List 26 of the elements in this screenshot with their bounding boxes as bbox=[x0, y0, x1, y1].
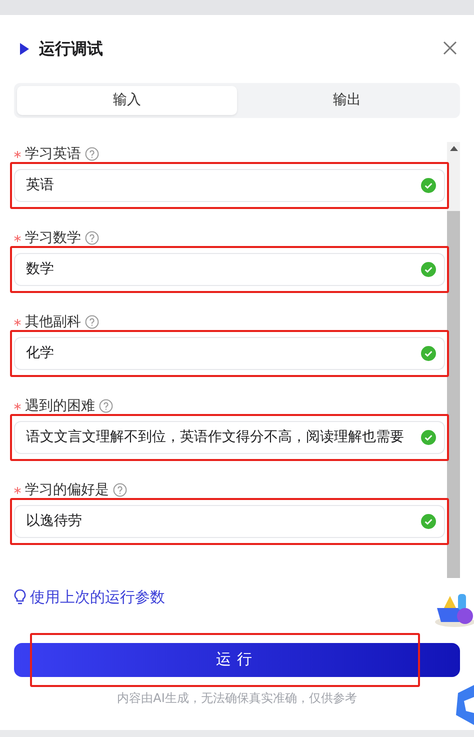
help-icon[interactable] bbox=[85, 231, 99, 245]
help-icon[interactable] bbox=[99, 399, 113, 413]
play-icon bbox=[20, 43, 29, 55]
input-field[interactable]: 化学 bbox=[14, 337, 445, 370]
help-icon[interactable] bbox=[85, 147, 99, 161]
tab[interactable]: 输入 bbox=[17, 86, 237, 115]
dialog-title: 运行调试 bbox=[39, 38, 103, 60]
input-field[interactable]: 英语 bbox=[14, 169, 445, 202]
field-label: 学习数学 bbox=[25, 228, 81, 248]
scrollbar[interactable] bbox=[447, 142, 460, 578]
field-label: 其他副科 bbox=[25, 312, 81, 332]
run-button[interactable]: 运行 bbox=[14, 642, 460, 676]
tab[interactable]: 输出 bbox=[237, 86, 457, 115]
input-field[interactable]: 语文文言文理解不到位，英语作文得分不高，阅读理解也需要 bbox=[14, 421, 445, 454]
field-label: 学习英语 bbox=[25, 144, 81, 164]
reuse-params-link[interactable]: 使用上次的运行参数 bbox=[14, 586, 165, 608]
assistant-icon[interactable] bbox=[454, 685, 474, 725]
field-label: 学习的偏好是 bbox=[25, 480, 109, 500]
help-icon[interactable] bbox=[85, 315, 99, 329]
scroll-up-icon[interactable] bbox=[450, 146, 458, 151]
field-label: 遇到的困难 bbox=[25, 396, 95, 416]
input-field[interactable]: 数学 bbox=[14, 253, 445, 286]
help-icon[interactable] bbox=[113, 483, 127, 497]
input-field[interactable]: 以逸待劳 bbox=[14, 505, 445, 538]
lightbulb-icon bbox=[14, 589, 26, 606]
disclaimer-text: 内容由AI生成，无法确保真实准确，仅供参考 bbox=[116, 690, 358, 706]
